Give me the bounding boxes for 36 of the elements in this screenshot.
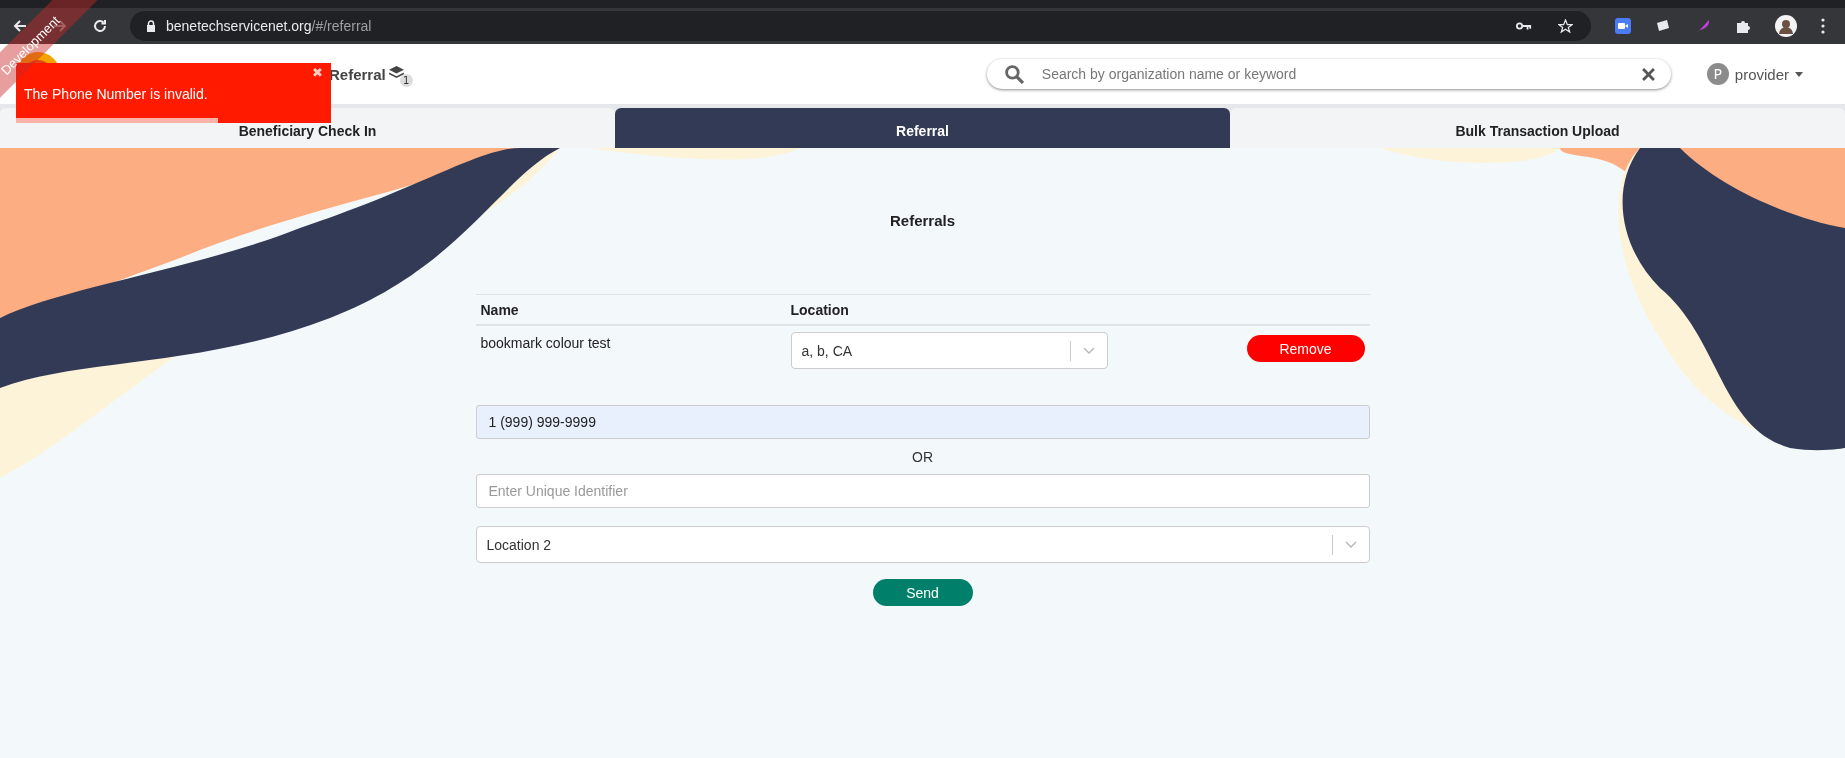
user-menu[interactable]: provider <box>1734 65 1789 83</box>
star-icon[interactable] <box>1558 18 1573 34</box>
chevron-icon <box>1082 347 1095 354</box>
lock-icon <box>146 20 156 32</box>
toast-message: The Phone Number is invalid. <box>24 86 208 102</box>
clear-icon[interactable] <box>1641 67 1655 81</box>
back-icon[interactable] <box>12 18 28 34</box>
location-select[interactable]: a, b, CA <box>790 332 1108 369</box>
menu-icon[interactable] <box>1821 18 1825 34</box>
reload-icon[interactable] <box>92 18 108 34</box>
chevron-icon <box>1344 541 1357 548</box>
identifier-field[interactable]: Enter Unique Identifier <box>475 474 1370 508</box>
remove-button[interactable]: Remove <box>1246 335 1365 362</box>
send-button[interactable]: Send <box>872 579 973 606</box>
caret-icon[interactable] <box>1795 71 1803 77</box>
ticket-icon[interactable] <box>1655 18 1671 34</box>
column-header: Location <box>785 294 1113 325</box>
location-select[interactable]: Location 2 <box>475 526 1370 563</box>
table-cell-text: bookmark colour test <box>480 334 611 351</box>
page-title: Referrals <box>889 212 955 229</box>
column-header: Name <box>475 294 786 325</box>
key-icon[interactable] <box>1516 21 1532 31</box>
referral-link[interactable]: Referral <box>329 65 386 83</box>
feather-icon[interactable] <box>1695 18 1711 34</box>
address-bar[interactable]: benetechservicenet.org/#/referral <box>130 11 1591 41</box>
video-camera-icon[interactable] <box>1615 18 1631 34</box>
count-badge: 1 <box>399 73 413 87</box>
puzzle-icon[interactable] <box>1735 18 1751 34</box>
search-icon <box>1004 64 1024 84</box>
layers-icon <box>388 65 404 79</box>
or-separator: OR <box>912 449 933 465</box>
tab[interactable]: Referral <box>615 108 1230 148</box>
avatar-icon[interactable] <box>1775 15 1797 37</box>
tab[interactable]: Bulk Transaction Upload <box>1230 108 1845 148</box>
search-field[interactable]: Search by organization name or keyword <box>1039 65 1626 83</box>
phone-field[interactable]: 1 (999) 999-9999 <box>475 405 1370 439</box>
